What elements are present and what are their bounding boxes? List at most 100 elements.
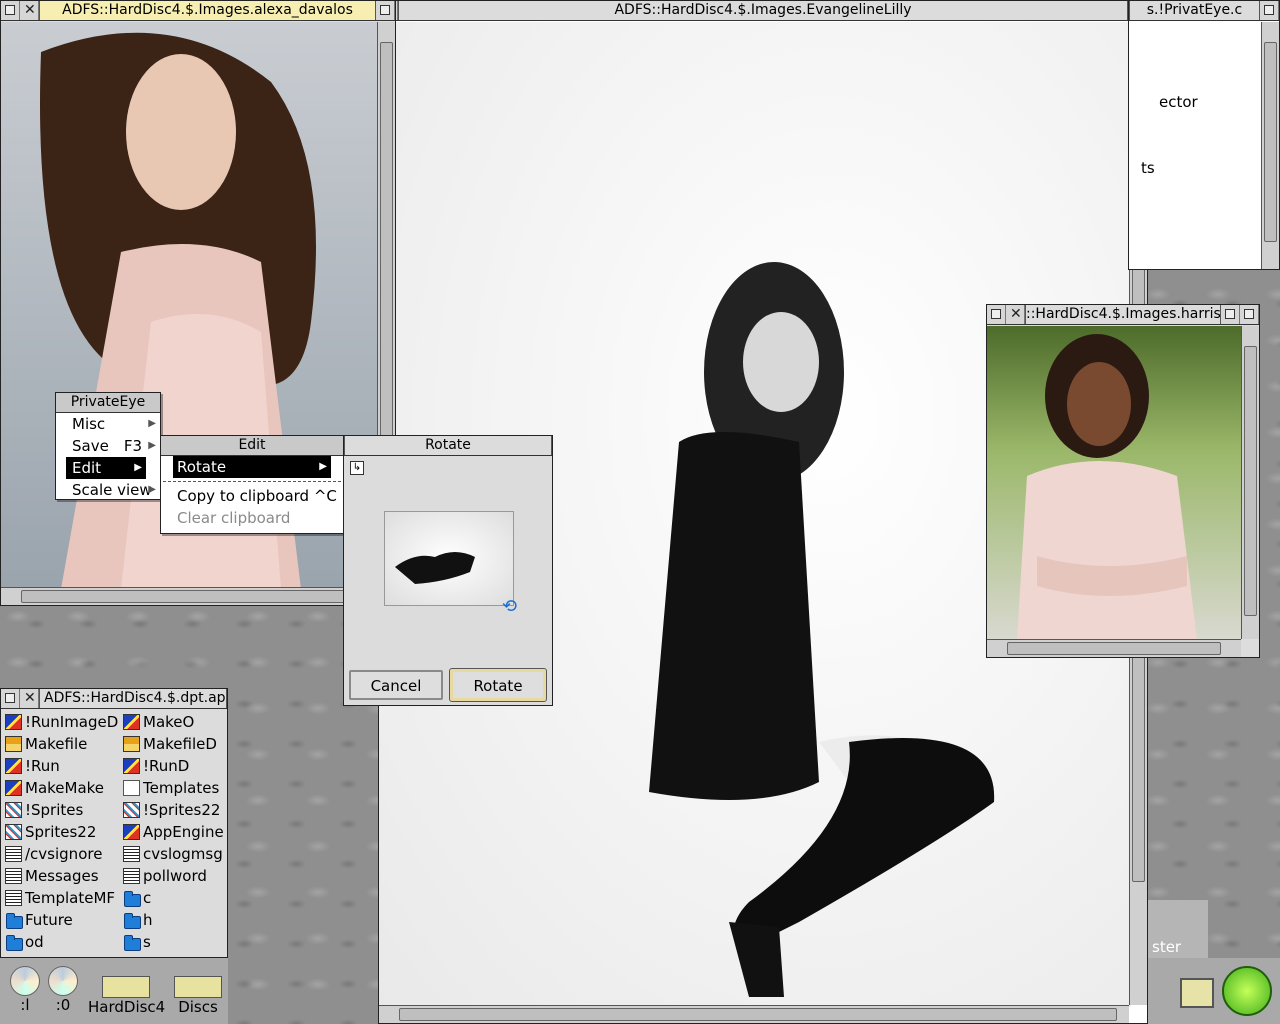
cd-drive-1[interactable]: :l <box>8 966 42 1014</box>
file-icon <box>5 890 22 906</box>
file-item[interactable]: !Sprites22 <box>121 799 220 821</box>
file-item[interactable]: TemplateMF <box>3 887 115 909</box>
file-item[interactable]: Messages <box>3 865 99 887</box>
file-item[interactable]: AppEngine <box>121 821 224 843</box>
title-bar[interactable]: s.!PrivatEye.c <box>1129 1 1279 21</box>
scroll-thumb[interactable] <box>1244 346 1257 616</box>
portrait-figure <box>1017 334 1197 640</box>
file-name: c <box>143 889 152 907</box>
menu-item-rotate[interactable]: Rotate ▶ <box>173 456 331 478</box>
rotate-arrow-icon[interactable]: ⟲ <box>502 596 517 617</box>
scroll-thumb[interactable] <box>1264 42 1277 242</box>
window-title[interactable]: ::HardDisc4.$.Images.harris <box>1025 305 1221 324</box>
file-item[interactable]: !RunD <box>121 755 189 777</box>
submenu-arrow-icon: ▶ <box>148 484 156 495</box>
file-item[interactable]: pollword <box>121 865 207 887</box>
file-item[interactable]: c <box>121 887 151 909</box>
file-item[interactable]: /cvsignore <box>3 843 102 865</box>
display-icon[interactable] <box>1180 978 1214 1008</box>
menu-item-scale-view[interactable]: Scale view ▶ <box>56 479 160 501</box>
rotate-dialog[interactable]: Rotate ↳ ⟲ Cancel Rotate <box>343 435 553 706</box>
file-icon <box>123 824 140 840</box>
window-title[interactable]: ADFS::HardDisc4.$.Images.EvangelineLilly <box>398 1 1128 20</box>
horizontal-scrollbar[interactable] <box>1 587 377 605</box>
title-bar[interactable]: Rotate <box>344 436 552 456</box>
file-item[interactable]: MakeMake <box>3 777 104 799</box>
file-name: pollword <box>143 867 207 885</box>
menu-item-save[interactable]: Save F3 ▶ <box>56 435 160 457</box>
file-item[interactable]: !RunImageD <box>3 711 118 733</box>
folder-icon <box>123 912 141 929</box>
menu-separator <box>163 481 341 482</box>
rotate-button[interactable]: Rotate <box>449 668 547 702</box>
iconise-icon[interactable] <box>1221 305 1240 324</box>
scroll-thumb[interactable] <box>399 1008 1117 1021</box>
file-item[interactable]: MakeO <box>121 711 194 733</box>
file-item[interactable]: !Run <box>3 755 60 777</box>
title-bar[interactable]: ✕ ::HardDisc4.$.Images.harris <box>987 305 1259 325</box>
discs-icon <box>174 976 222 998</box>
window-title[interactable]: s.!PrivatEye.c <box>1129 1 1260 20</box>
drive-label: :0 <box>55 996 71 1014</box>
cd-icon <box>10 966 40 996</box>
vertical-scrollbar[interactable] <box>1261 22 1279 269</box>
horizontal-scrollbar[interactable] <box>987 639 1241 657</box>
scroll-thumb[interactable] <box>21 590 357 603</box>
menu-item-copy[interactable]: Copy to clipboard ^C <box>161 485 343 507</box>
back-icon[interactable] <box>987 305 1006 324</box>
toggle-size-icon[interactable] <box>1240 305 1259 324</box>
dialog-title[interactable]: Rotate <box>344 436 552 455</box>
folder-icon <box>5 912 23 929</box>
file-item[interactable]: Makefile <box>3 733 87 755</box>
title-bar[interactable]: ✕ ADFS::HardDisc4.$.dpt.ap <box>1 689 227 709</box>
folder-icon <box>123 890 141 907</box>
image-window-harris[interactable]: ✕ ::HardDisc4.$.Images.harris <box>986 304 1260 658</box>
file-item[interactable]: !Sprites <box>3 799 83 821</box>
filer-window[interactable]: ✕ ADFS::HardDisc4.$.dpt.ap !RunImageD Mak… <box>0 688 228 958</box>
file-item[interactable]: Templates <box>121 777 219 799</box>
file-item[interactable]: h <box>121 909 153 931</box>
menu-item-misc[interactable]: Misc ▶ <box>56 413 160 435</box>
folder-icon <box>5 934 23 951</box>
menu-edit[interactable]: Edit Rotate ▶ Copy to clipboard ^C Clear … <box>160 435 344 534</box>
close-icon[interactable]: ✕ <box>20 689 39 708</box>
partial-window[interactable]: ster <box>1148 900 1208 960</box>
horizontal-scrollbar[interactable] <box>379 1005 1129 1023</box>
close-icon[interactable]: ✕ <box>1006 305 1025 324</box>
file-item[interactable]: od <box>3 931 44 953</box>
cancel-button[interactable]: Cancel <box>349 670 443 700</box>
title-bar[interactable]: ✕ ADFS::HardDisc4.$.Images.alexa_davalos <box>1 1 395 21</box>
toggle-size-icon[interactable] <box>376 1 395 20</box>
vertical-scrollbar[interactable] <box>1241 326 1259 639</box>
file-icon <box>5 714 22 730</box>
file-item[interactable]: s <box>121 931 151 953</box>
discs-drive[interactable]: Discs <box>170 976 226 1016</box>
cd-drive-2[interactable]: :0 <box>46 966 80 1014</box>
drive-label: HardDisc4 <box>88 998 166 1016</box>
harddisc-drive[interactable]: HardDisc4 <box>88 976 166 1016</box>
file-name: s <box>143 933 151 951</box>
window-title[interactable]: ADFS::HardDisc4.$.Images.alexa_davalos <box>39 1 376 20</box>
source-window[interactable]: s.!PrivatEye.c ector ts <box>1128 0 1280 270</box>
back-icon[interactable] <box>1 689 20 708</box>
submenu-arrow-icon: ▶ <box>134 462 142 473</box>
close-icon[interactable]: ✕ <box>20 1 39 20</box>
file-item[interactable]: Future <box>3 909 73 931</box>
icon-bar-right <box>1148 958 1280 1024</box>
window-title[interactable]: ADFS::HardDisc4.$.dpt.ap <box>39 689 227 708</box>
task-manager-icon[interactable] <box>1222 966 1272 1016</box>
file-item[interactable]: Sprites22 <box>3 821 96 843</box>
rotate-handle-icon[interactable]: ↳ <box>350 461 364 475</box>
back-icon[interactable] <box>1 1 20 20</box>
rotate-preview[interactable] <box>384 511 514 606</box>
file-icon <box>123 736 140 752</box>
file-item[interactable]: MakefileD <box>121 733 217 755</box>
file-icon <box>5 868 22 884</box>
menu-item-edit[interactable]: Edit ▶ <box>66 457 146 479</box>
toggle-size-icon[interactable] <box>1260 1 1279 20</box>
scroll-thumb[interactable] <box>1007 642 1221 655</box>
title-bar[interactable]: ADFS::HardDisc4.$.Images.EvangelineLilly <box>379 1 1147 21</box>
file-icon <box>5 758 22 774</box>
file-item[interactable]: cvslogmsg <box>121 843 223 865</box>
menu-privateeye[interactable]: PrivateEye Misc ▶ Save F3 ▶ Edit ▶ Scale vie… <box>55 392 161 500</box>
